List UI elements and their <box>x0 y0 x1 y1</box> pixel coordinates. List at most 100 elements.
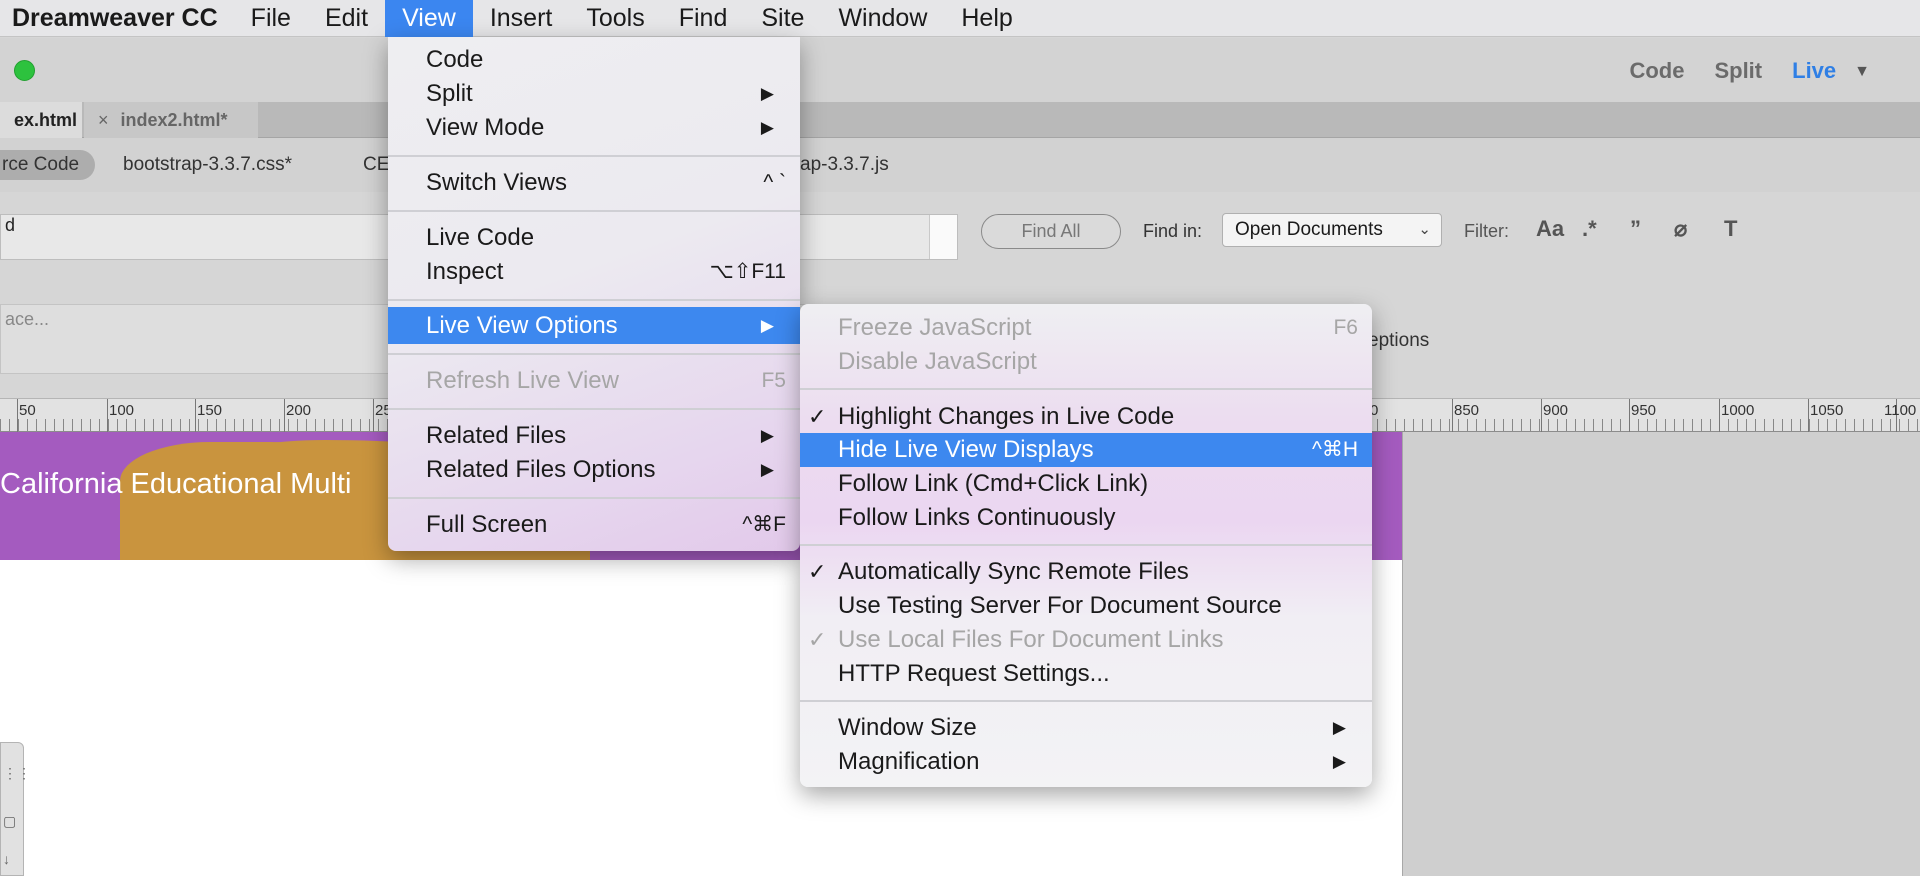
hero-title: California Educational Multi <box>0 468 352 500</box>
menu-item-refresh-live-view[interactable]: Refresh Live View F5 <box>388 364 800 398</box>
ruler-label: 200 <box>286 402 312 419</box>
menu-item-view-mode[interactable]: View Mode ▶ <box>388 111 800 145</box>
ruler-label: 850 <box>1454 402 1480 419</box>
related-file-ce[interactable]: CE <box>363 150 389 180</box>
checkmark-icon: ✓ <box>808 404 827 429</box>
ruler-major-tick <box>1452 399 1453 432</box>
menu-separator <box>800 544 1372 546</box>
ruler-label: 1000 <box>1721 402 1755 419</box>
submenu-arrow-icon: ▶ <box>760 118 774 137</box>
exceptions-option-text[interactable]: eptions <box>1368 330 1429 352</box>
menu-item-auto-sync-remote[interactable]: ✓ Automatically Sync Remote Files <box>800 555 1372 589</box>
menu-item-code[interactable]: Code <box>388 43 800 77</box>
find-input-text: d <box>5 215 16 235</box>
menu-item-label: Live View Options <box>426 312 618 339</box>
menu-item-label: Related Files <box>426 422 567 449</box>
chevron-down-icon[interactable]: ▼ <box>1854 58 1870 86</box>
match-case-icon[interactable]: Aa <box>1536 216 1564 242</box>
menu-window[interactable]: Window <box>821 0 944 37</box>
menu-item-label: Refresh Live View <box>426 367 619 394</box>
menu-item-live-code[interactable]: Live Code <box>388 221 800 255</box>
shortcut-label: F5 <box>761 369 786 392</box>
tab-index-html[interactable]: ex.html <box>0 102 82 138</box>
menu-item-full-screen[interactable]: Full Screen ^⌘F <box>388 508 800 542</box>
ruler-major-tick <box>195 399 196 432</box>
menu-separator <box>388 408 800 410</box>
replace-placeholder: ace... <box>5 309 50 329</box>
menu-file[interactable]: File <box>234 0 308 37</box>
find-in-select[interactable]: Open Documents ⌄ <box>1222 213 1442 247</box>
view-switcher: Code Split Live ▼ <box>1629 58 1870 86</box>
menu-item-use-testing-server[interactable]: Use Testing Server For Document Source <box>800 589 1372 623</box>
app-menu[interactable]: Dreamweaver CC <box>0 4 234 33</box>
menu-help[interactable]: Help <box>944 0 1029 37</box>
menu-edit[interactable]: Edit <box>308 0 385 37</box>
find-in-value: Open Documents <box>1235 219 1383 240</box>
tab-label: index2.html* <box>120 110 228 130</box>
canvas-outside-area <box>1402 432 1920 876</box>
grip-icon: ⋮⋮ <box>3 765 31 781</box>
tool-icon[interactable]: ▢ <box>3 813 16 830</box>
menu-item-window-size[interactable]: Window Size ▶ <box>800 711 1372 745</box>
related-file-bootstrap-css[interactable]: bootstrap-3.3.7.css* <box>123 150 292 180</box>
submenu-arrow-icon: ▶ <box>760 426 774 445</box>
live-view-options-submenu: Freeze JavaScript F6 Disable JavaScript ✓… <box>800 304 1372 787</box>
code-view-button[interactable]: Code <box>1629 58 1684 86</box>
related-file-bootstrap-js[interactable]: ap-3.3.7.js <box>800 150 889 180</box>
live-view-button[interactable]: Live <box>1792 58 1836 86</box>
ruler-label: 900 <box>1543 402 1569 419</box>
shortcut-label: F6 <box>1333 316 1358 339</box>
submenu-arrow-icon: ▶ <box>1332 752 1346 771</box>
menu-item-disable-javascript[interactable]: Disable JavaScript <box>800 345 1372 379</box>
menu-view[interactable]: View <box>385 0 473 37</box>
arrow-down-icon[interactable]: ↓ <box>3 851 10 867</box>
text-only-icon[interactable]: T <box>1724 216 1737 242</box>
ruler-label: 100 <box>109 402 135 419</box>
menu-item-label: Window Size <box>838 714 977 741</box>
menu-item-hide-live-view-displays[interactable]: Hide Live View Displays ^⌘H <box>800 433 1372 467</box>
ruler-label: 950 <box>1631 402 1657 419</box>
menu-item-follow-link[interactable]: Follow Link (Cmd+Click Link) <box>800 467 1372 501</box>
ignore-tags-icon[interactable]: ⌀ <box>1674 216 1687 242</box>
ruler-major-tick <box>1719 399 1720 432</box>
menu-item-label: Magnification <box>838 748 980 775</box>
find-all-button[interactable]: Find All <box>981 214 1121 249</box>
find-scrollbar[interactable] <box>929 215 957 259</box>
menu-item-related-files-options[interactable]: Related Files Options ▶ <box>388 453 800 487</box>
tab-index2-html[interactable]: × index2.html* <box>84 102 258 138</box>
menu-item-live-view-options[interactable]: Live View Options ▶ <box>388 307 800 344</box>
menu-item-follow-links-continuously[interactable]: Follow Links Continuously <box>800 501 1372 535</box>
ruler-major-tick <box>1629 399 1630 432</box>
menu-item-split[interactable]: Split ▶ <box>388 77 800 111</box>
ruler-label: 150 <box>197 402 223 419</box>
menu-find[interactable]: Find <box>662 0 745 37</box>
submenu-arrow-icon: ▶ <box>760 84 774 103</box>
menu-item-use-local-files[interactable]: ✓ Use Local Files For Document Links <box>800 623 1372 657</box>
menu-item-label: Full Screen <box>426 511 548 538</box>
ruler-major-tick <box>1808 399 1809 432</box>
menu-item-http-request-settings[interactable]: HTTP Request Settings... <box>800 657 1372 691</box>
split-view-button[interactable]: Split <box>1714 58 1762 86</box>
document-tabs: ex.html × index2.html* <box>0 102 1920 138</box>
menu-item-related-files[interactable]: Related Files ▶ <box>388 419 800 453</box>
menu-insert[interactable]: Insert <box>473 0 570 37</box>
menu-item-switch-views[interactable]: Switch Views ^ ` <box>388 166 800 200</box>
menu-bar: Dreamweaver CC File Edit View Insert Too… <box>0 0 1920 37</box>
ignore-whitespace-icon[interactable]: ” <box>1630 216 1641 242</box>
floating-tool-panel[interactable]: ⋮⋮ ▢ ↓ <box>0 742 31 876</box>
ruler-major-tick <box>1541 399 1542 432</box>
menu-site[interactable]: Site <box>744 0 821 37</box>
menu-item-highlight-changes[interactable]: ✓ Highlight Changes in Live Code <box>800 400 1372 434</box>
close-icon[interactable]: × <box>98 110 109 130</box>
menu-separator <box>388 210 800 212</box>
related-file-source-code[interactable]: rce Code <box>0 150 95 180</box>
menu-tools[interactable]: Tools <box>569 0 661 37</box>
zoom-window-button[interactable] <box>14 60 35 81</box>
regex-icon[interactable]: .* <box>1582 216 1597 242</box>
menu-separator <box>388 155 800 157</box>
shortcut-label: ^⌘F <box>742 513 786 536</box>
menu-item-inspect[interactable]: Inspect ⌥⇧F11 <box>388 255 800 289</box>
menu-item-label: Freeze JavaScript <box>838 314 1032 341</box>
menu-item-freeze-javascript[interactable]: Freeze JavaScript F6 <box>800 311 1372 345</box>
menu-item-magnification[interactable]: Magnification ▶ <box>800 745 1372 779</box>
